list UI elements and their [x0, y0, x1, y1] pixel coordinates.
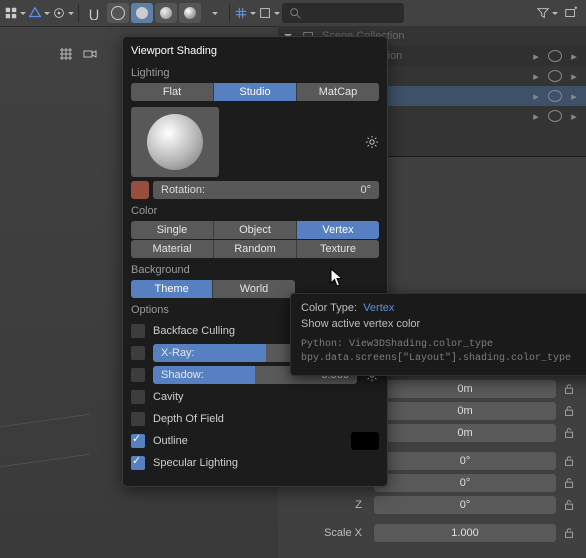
- shading-material[interactable]: [155, 3, 177, 23]
- lock-icon[interactable]: [560, 380, 578, 398]
- checkbox[interactable]: [131, 456, 145, 470]
- background-theme[interactable]: Theme: [131, 280, 213, 298]
- studio-light-preview[interactable]: [131, 107, 219, 177]
- viewport-shading-popover: Viewport Shading Lighting Flat Studio Ma…: [122, 36, 388, 487]
- color-single[interactable]: Single: [131, 221, 214, 239]
- editor-type-dropdown[interactable]: [4, 3, 26, 23]
- color-texture[interactable]: Texture: [297, 240, 379, 258]
- color-random[interactable]: Random: [214, 240, 297, 258]
- tooltip-python: Python: View3DShading.color_type bpy.dat…: [301, 338, 586, 365]
- dof-row[interactable]: Depth Of Field: [131, 408, 379, 430]
- tooltip: Color Type: Vertex Show active vertex co…: [290, 293, 586, 376]
- new-collection-button[interactable]: [560, 3, 582, 23]
- color-label: Color: [131, 205, 379, 217]
- scale-x-field[interactable]: 1.000: [374, 524, 556, 542]
- rotation-z-field[interactable]: 0°: [374, 496, 556, 514]
- background-segmented: Theme World: [131, 280, 295, 298]
- rotation-z-label: Z: [286, 499, 370, 511]
- lock-icon[interactable]: [560, 402, 578, 420]
- lock-icon[interactable]: [560, 424, 578, 442]
- snap-toggle[interactable]: [83, 3, 105, 23]
- color-segmented-row1: Single Object Vertex: [131, 221, 379, 239]
- location-y-field[interactable]: 0m: [374, 402, 556, 420]
- filter-dropdown[interactable]: [536, 3, 558, 23]
- mode-dropdown[interactable]: [28, 3, 50, 23]
- color-material[interactable]: Material: [131, 240, 214, 258]
- background-world[interactable]: World: [213, 280, 294, 298]
- collection-plus-icon: [564, 6, 578, 20]
- specular-row[interactable]: Specular Lighting: [131, 452, 379, 474]
- checkbox[interactable]: [131, 368, 145, 382]
- grid-icon: [58, 46, 74, 62]
- checkbox[interactable]: [131, 390, 145, 404]
- lighting-matcap[interactable]: MatCap: [297, 83, 379, 101]
- search-icon: [288, 6, 302, 20]
- header-toolbar: [0, 0, 586, 27]
- checkbox[interactable]: [131, 346, 145, 360]
- popover-title: Viewport Shading: [131, 45, 379, 57]
- outliner-search[interactable]: [282, 3, 404, 23]
- orientation-dropdown[interactable]: [52, 3, 74, 23]
- camera-icon[interactable]: [82, 46, 98, 62]
- rotation-x-field[interactable]: 0°: [374, 452, 556, 470]
- color-segmented-row2: Material Random Texture: [131, 240, 379, 258]
- shading-options-dropdown[interactable]: [203, 3, 225, 23]
- checkbox[interactable]: [131, 434, 145, 448]
- scale-x-label: Scale X: [286, 527, 370, 539]
- viewport-overlay-icons: [58, 46, 98, 62]
- rotation-field[interactable]: Rotation: 0°: [153, 181, 379, 199]
- overlay-dropdown[interactable]: [234, 3, 256, 23]
- location-x-field[interactable]: 0m: [374, 380, 556, 398]
- world-space-toggle-icon[interactable]: [131, 181, 149, 199]
- color-vertex[interactable]: Vertex: [297, 221, 379, 239]
- checkbox[interactable]: [131, 412, 145, 426]
- background-label: Background: [131, 264, 379, 276]
- outline-color-swatch[interactable]: [351, 432, 379, 450]
- lock-icon[interactable]: [560, 452, 578, 470]
- checkbox[interactable]: [131, 324, 145, 338]
- lighting-label: Lighting: [131, 67, 379, 79]
- lighting-flat[interactable]: Flat: [131, 83, 214, 101]
- sphere-icon: [147, 114, 203, 170]
- location-z-field[interactable]: 0m: [374, 424, 556, 442]
- gizmo-dropdown[interactable]: [258, 3, 280, 23]
- lock-icon[interactable]: [560, 496, 578, 514]
- lock-icon[interactable]: [560, 474, 578, 492]
- lighting-studio[interactable]: Studio: [214, 83, 297, 101]
- outline-row: Outline: [131, 430, 379, 452]
- tooltip-description: Show active vertex color: [301, 318, 586, 330]
- cavity-row[interactable]: Cavity: [131, 386, 379, 408]
- search-input[interactable]: [308, 5, 392, 22]
- lock-icon[interactable]: [560, 524, 578, 542]
- tooltip-heading: Color Type: Vertex: [301, 302, 586, 314]
- shading-rendered[interactable]: [179, 3, 201, 23]
- color-object[interactable]: Object: [214, 221, 297, 239]
- shading-solid[interactable]: [131, 3, 153, 23]
- rotation-y-field[interactable]: 0°: [374, 474, 556, 492]
- lighting-segmented: Flat Studio MatCap: [131, 83, 379, 101]
- shading-mode-cluster: [107, 3, 201, 23]
- funnel-icon: [536, 6, 550, 20]
- gear-icon[interactable]: [365, 135, 379, 149]
- shading-wireframe[interactable]: [107, 3, 129, 23]
